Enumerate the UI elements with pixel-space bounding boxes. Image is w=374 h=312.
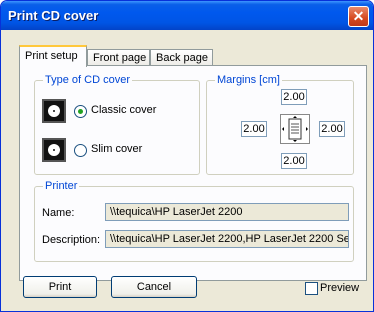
window-title: Print CD cover: [8, 8, 99, 23]
margins-page-icon: [280, 114, 310, 144]
printer-name-label: Name:: [42, 207, 75, 219]
close-icon: ✕: [352, 8, 365, 24]
tab-front-page[interactable]: Front page: [87, 49, 150, 66]
margins-group: Margins [cm] 2.00 2.00 2.00 2.00: [206, 74, 354, 175]
printer-description-label: Description:: [42, 234, 101, 246]
title-bar[interactable]: Print CD cover ✕: [1, 1, 373, 30]
margins-group-label: Margins [cm]: [215, 74, 282, 86]
preview-checkbox[interactable]: [305, 282, 318, 295]
preview-label[interactable]: Preview: [320, 282, 359, 294]
margin-left-field[interactable]: 2.00: [241, 121, 267, 137]
cd-type-group-label: Type of CD cover: [43, 74, 132, 86]
classic-cover-radio[interactable]: [74, 105, 87, 118]
margin-bottom-field[interactable]: 2.00: [281, 153, 307, 169]
printer-name-field[interactable]: \\tequica\HP LaserJet 2200: [105, 203, 349, 221]
printer-group: Printer Name: \\tequica\HP LaserJet 2200…: [34, 180, 354, 262]
tab-back-page[interactable]: Back page: [150, 49, 213, 66]
print-setup-panel: Type of CD cover Classic cover Slim cove…: [19, 65, 367, 281]
margin-top-field[interactable]: 2.00: [281, 89, 307, 105]
cd-classic-icon: [42, 99, 66, 123]
printer-group-label: Printer: [43, 180, 80, 192]
printer-description-field[interactable]: \\tequica\HP LaserJet 2200,HP LaserJet 2…: [105, 230, 349, 248]
cd-type-group: Type of CD cover Classic cover Slim cove…: [34, 74, 200, 175]
cd-slim-icon: [42, 138, 66, 162]
tab-print-setup[interactable]: Print setup: [19, 45, 87, 67]
slim-cover-label[interactable]: Slim cover: [91, 143, 142, 155]
margin-right-field[interactable]: 2.00: [319, 121, 345, 137]
print-button[interactable]: Print: [23, 276, 97, 298]
print-cd-cover-dialog: Print CD cover ✕ Print setup Front page …: [0, 0, 374, 312]
slim-cover-radio[interactable]: [74, 144, 87, 157]
cancel-button[interactable]: Cancel: [111, 276, 197, 298]
classic-cover-label[interactable]: Classic cover: [91, 104, 156, 116]
close-button[interactable]: ✕: [348, 6, 369, 27]
